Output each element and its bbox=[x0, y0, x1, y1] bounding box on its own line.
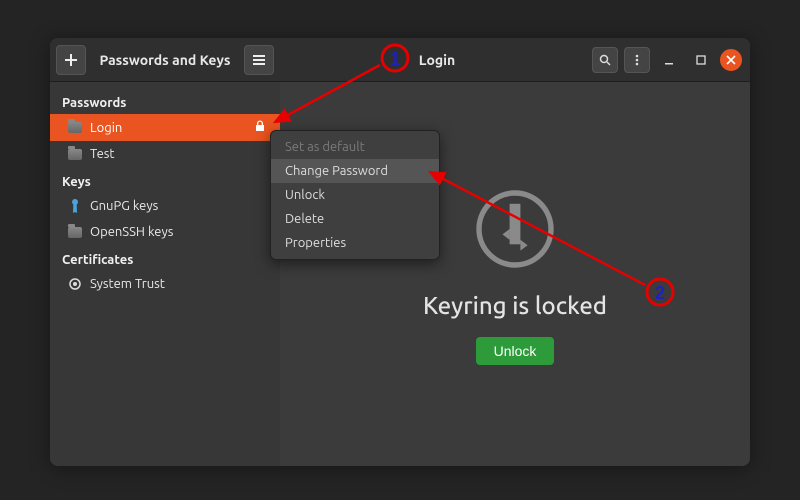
sidebar-item-systemtrust[interactable]: System Trust bbox=[50, 271, 280, 297]
close-icon bbox=[726, 55, 736, 65]
menu-properties[interactable]: Properties bbox=[271, 231, 439, 255]
sidebar-item-label: OpenSSH keys bbox=[90, 225, 266, 239]
locked-text: Keyring is locked bbox=[423, 292, 607, 319]
maximize-icon bbox=[695, 54, 707, 66]
section-certificates: Certificates bbox=[50, 245, 280, 271]
sidebar-item-label: Login bbox=[90, 121, 246, 135]
sidebar-item-test[interactable]: Test bbox=[50, 141, 280, 167]
unlock-button[interactable]: Unlock bbox=[476, 337, 555, 365]
close-button[interactable] bbox=[720, 49, 742, 71]
search-icon bbox=[599, 54, 611, 66]
gear-icon bbox=[68, 277, 82, 291]
section-passwords: Passwords bbox=[50, 88, 280, 114]
sidebar-item-openssh[interactable]: OpenSSH keys bbox=[50, 219, 280, 245]
folder-icon bbox=[68, 227, 82, 238]
sidebar-item-label: GnuPG keys bbox=[90, 199, 266, 213]
kebab-icon bbox=[635, 54, 639, 66]
context-menu: Set as default Change Password Unlock De… bbox=[270, 130, 440, 260]
gpg-icon bbox=[68, 199, 82, 213]
folder-icon bbox=[68, 122, 82, 133]
sidebar: Passwords and Keys Passwords Login Test … bbox=[50, 38, 280, 466]
sidebar-menu-button[interactable] bbox=[244, 45, 274, 75]
sidebar-body: Passwords Login Test Keys GnuPG keys bbox=[50, 82, 280, 297]
main-title: Login bbox=[288, 52, 586, 68]
sidebar-item-login[interactable]: Login bbox=[50, 114, 280, 141]
lock-icon bbox=[254, 120, 266, 135]
minimize-button[interactable] bbox=[656, 47, 682, 73]
search-button[interactable] bbox=[592, 47, 618, 73]
kebab-button[interactable] bbox=[624, 47, 650, 73]
sidebar-item-label: System Trust bbox=[90, 277, 266, 291]
app-title: Passwords and Keys bbox=[92, 52, 238, 68]
add-button[interactable] bbox=[56, 45, 86, 75]
plus-icon bbox=[65, 54, 77, 66]
sidebar-item-label: Test bbox=[90, 147, 266, 161]
sidebar-header: Passwords and Keys bbox=[50, 38, 280, 82]
sidebar-item-gnupg[interactable]: GnuPG keys bbox=[50, 193, 280, 219]
menu-delete[interactable]: Delete bbox=[271, 207, 439, 231]
keyring-lock-icon bbox=[470, 184, 560, 274]
main-header: Login bbox=[280, 38, 750, 82]
minimize-icon bbox=[663, 54, 675, 66]
menu-change-password[interactable]: Change Password bbox=[271, 159, 439, 183]
maximize-button[interactable] bbox=[688, 47, 714, 73]
menu-unlock[interactable]: Unlock bbox=[271, 183, 439, 207]
menu-set-as-default: Set as default bbox=[271, 135, 439, 159]
section-keys: Keys bbox=[50, 167, 280, 193]
hamburger-icon bbox=[253, 55, 265, 65]
folder-icon bbox=[68, 149, 82, 160]
